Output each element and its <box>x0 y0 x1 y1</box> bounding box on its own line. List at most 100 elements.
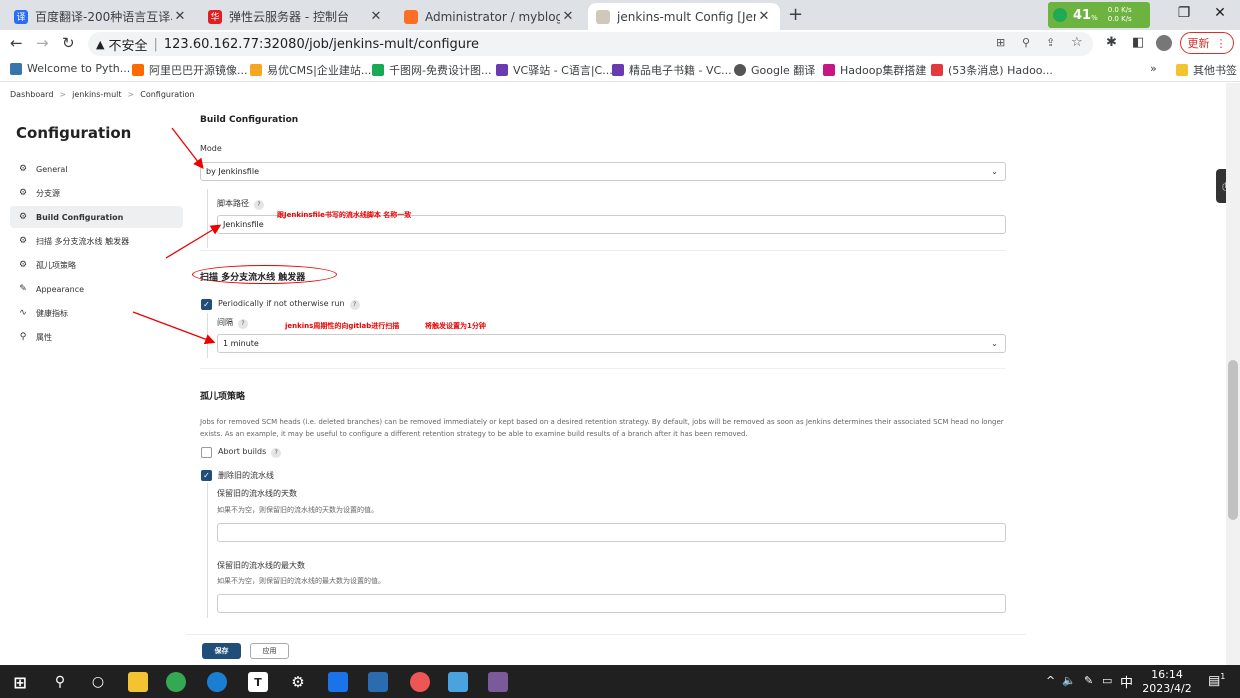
vc-icon <box>496 64 508 76</box>
forward-arrow-icon[interactable]: → <box>36 34 49 52</box>
screenshot-tool-icon[interactable] <box>368 672 388 692</box>
bookmark-item[interactable]: Welcome to Pyth... <box>10 62 130 75</box>
browser-toolbar: ← → ↻ ▲ 不安全 | 123.60.162.77:32080/job/je… <box>0 30 1240 58</box>
bookmark-label: Google 翻译 <box>751 64 816 77</box>
address-bar[interactable]: ▲ 不安全 | 123.60.162.77:32080/job/jenkins-… <box>88 32 1093 56</box>
tab-label: Administrator / myblog · GitLa <box>425 9 560 24</box>
windows-taskbar: ⊞ ⚲ ○ T ⚙ ^ 🔈 ✎ ▭ 中 16:14 2023/4/2 ▤1 <box>0 665 1240 698</box>
volume-icon[interactable]: 🔈 <box>1062 674 1076 687</box>
url-text: 123.60.162.77:32080/job/jenkins-mult/con… <box>163 36 480 52</box>
close-icon[interactable]: ✕ <box>368 9 384 24</box>
bookmark-label: (53条消息) Hadoo... <box>948 64 1053 77</box>
bookmarks-overflow-button[interactable]: » <box>1150 62 1157 75</box>
app-icon[interactable] <box>488 672 508 692</box>
eyoucms-icon <box>250 64 262 76</box>
pen-tray-icon[interactable]: ✎ <box>1084 674 1093 687</box>
update-label: 更新 <box>1187 37 1210 50</box>
settings-gear-icon[interactable]: ⚙ <box>288 672 308 692</box>
arrow-to-interval <box>132 311 216 345</box>
bookmark-label: 精品电子书籍 - VC... <box>629 64 732 77</box>
apply-button[interactable]: 应用 <box>250 643 289 659</box>
tab-label: 弹性云服务器 - 控制台 <box>229 10 349 24</box>
windows-start-icon[interactable]: ⊞ <box>10 672 30 692</box>
aliyun-icon <box>132 64 144 76</box>
ime-indicator[interactable]: 中 <box>1120 672 1133 691</box>
bookmark-item[interactable]: 精品电子书籍 - VC... <box>612 62 732 78</box>
app-icon[interactable] <box>448 672 468 692</box>
close-icon[interactable]: ✕ <box>560 9 576 24</box>
page-scrollbar[interactable] <box>1226 83 1240 665</box>
close-icon[interactable]: ✕ <box>172 9 188 24</box>
network-monitor-widget[interactable]: 41 % 0.0 K/s 0.0 K/s <box>1048 2 1150 28</box>
file-explorer-icon[interactable] <box>128 672 148 692</box>
tab-label: 百度翻译-200种语言互译、沟通 <box>35 10 172 24</box>
edge-icon[interactable] <box>207 672 227 692</box>
clock-date: 2023/4/2 <box>1142 682 1192 695</box>
star-icon[interactable]: ☆ <box>1071 35 1083 50</box>
save-button[interactable]: 保存 <box>202 643 241 659</box>
warning-icon: ▲ <box>96 37 105 51</box>
battery-icon[interactable]: ▭ <box>1102 674 1112 687</box>
bookmark-item[interactable]: Google 翻译 <box>734 62 815 78</box>
arrow-to-mode <box>171 127 204 170</box>
zoom-icon[interactable]: ⚲ <box>1022 36 1030 49</box>
upload-speed: 0.0 K/s <box>1107 6 1132 14</box>
scrollbar-thumb[interactable] <box>1228 360 1238 520</box>
bookmark-item[interactable]: VC驿站 - C语言|C... <box>496 62 613 78</box>
back-arrow-icon[interactable]: ← <box>10 34 23 52</box>
task-view-icon[interactable]: ○ <box>88 672 108 692</box>
sidepanel-icon[interactable]: ◧ <box>1132 35 1144 50</box>
browser-tab-strip: 译 百度翻译-200种语言互译、沟通 ✕ 华 弹性云服务器 - 控制台 ✕ Ad… <box>0 0 1240 30</box>
tab-cloud-console[interactable]: 华 弹性云服务器 - 控制台 ✕ <box>200 3 392 30</box>
system-clock[interactable]: 16:14 2023/4/2 <box>1140 668 1194 696</box>
bookmark-item[interactable]: Hadoop集群搭建 <box>823 62 926 78</box>
tray-chevron-icon[interactable]: ^ <box>1046 674 1055 687</box>
reload-icon[interactable]: ↻ <box>62 34 75 52</box>
jenkins-icon <box>596 9 610 24</box>
bookmark-item[interactable]: 易优CMS|企业建站... <box>250 62 371 78</box>
jenkins-config-page: Dashboard > jenkins-mult > Configuration… <box>0 83 1240 665</box>
notification-icon[interactable]: ▤1 <box>1208 672 1225 688</box>
vc-icon <box>612 64 624 76</box>
restore-window-button[interactable]: ❐ <box>1169 5 1199 21</box>
bookmark-label: Hadoop集群搭建 <box>840 64 927 77</box>
bookmark-item[interactable]: 千图网-免费设计图... <box>372 62 491 78</box>
search-icon[interactable]: ⚲ <box>50 672 70 692</box>
csdn-icon <box>931 64 943 76</box>
extensions-icon[interactable]: ✱ <box>1106 35 1117 50</box>
python-icon <box>10 62 22 75</box>
close-window-button[interactable]: ✕ <box>1205 5 1235 21</box>
other-bookmarks-label: 其他书签 <box>1193 64 1237 77</box>
form-action-bar: 保存 应用 <box>186 634 1026 665</box>
chrome-icon[interactable] <box>166 672 186 692</box>
globe-icon <box>734 64 746 76</box>
folder-icon <box>1176 64 1188 76</box>
baidu-translate-icon: 译 <box>14 9 28 24</box>
pen-icon <box>823 64 835 76</box>
bookmark-label: 千图网-免费设计图... <box>389 64 492 77</box>
tab-label: jenkins-mult Config [Jenkins] <box>617 9 756 24</box>
bookmarks-bar: Welcome to Pyth... 阿里巴巴开源镜像... 易优CMS|企业建… <box>0 58 1240 82</box>
download-speed: 0.0 K/s <box>1107 15 1132 23</box>
percent-unit: % <box>1091 14 1098 22</box>
app-icon[interactable] <box>410 672 430 692</box>
tab-gitlab[interactable]: Administrator / myblog · GitLa ✕ <box>396 3 584 30</box>
translate-icon[interactable]: ⊞ <box>996 36 1005 49</box>
arrow-to-script-path <box>165 224 222 259</box>
typora-icon[interactable]: T <box>248 672 268 692</box>
profile-avatar[interactable] <box>1156 35 1172 51</box>
update-button[interactable]: 更新 ⋮ <box>1180 32 1234 54</box>
shield-icon <box>1053 8 1067 22</box>
security-label: 不安全 <box>108 38 148 54</box>
close-icon[interactable]: ✕ <box>756 9 772 24</box>
tab-jenkins[interactable]: jenkins-mult Config [Jenkins] ✕ <box>588 3 780 30</box>
new-tab-button[interactable]: + <box>788 4 803 25</box>
bookmark-label: 阿里巴巴开源镜像... <box>149 64 248 77</box>
bookmark-item[interactable]: 阿里巴巴开源镜像... <box>132 62 248 78</box>
bookmark-item[interactable]: (53条消息) Hadoo... <box>931 62 1053 78</box>
other-bookmarks[interactable]: 其他书签 <box>1176 62 1237 78</box>
feishu-icon[interactable] <box>328 672 348 692</box>
tab-baidu-translate[interactable]: 译 百度翻译-200种语言互译、沟通 ✕ <box>6 3 196 30</box>
share-icon[interactable]: ⇪ <box>1046 36 1055 49</box>
notification-count: 1 <box>1220 672 1226 681</box>
